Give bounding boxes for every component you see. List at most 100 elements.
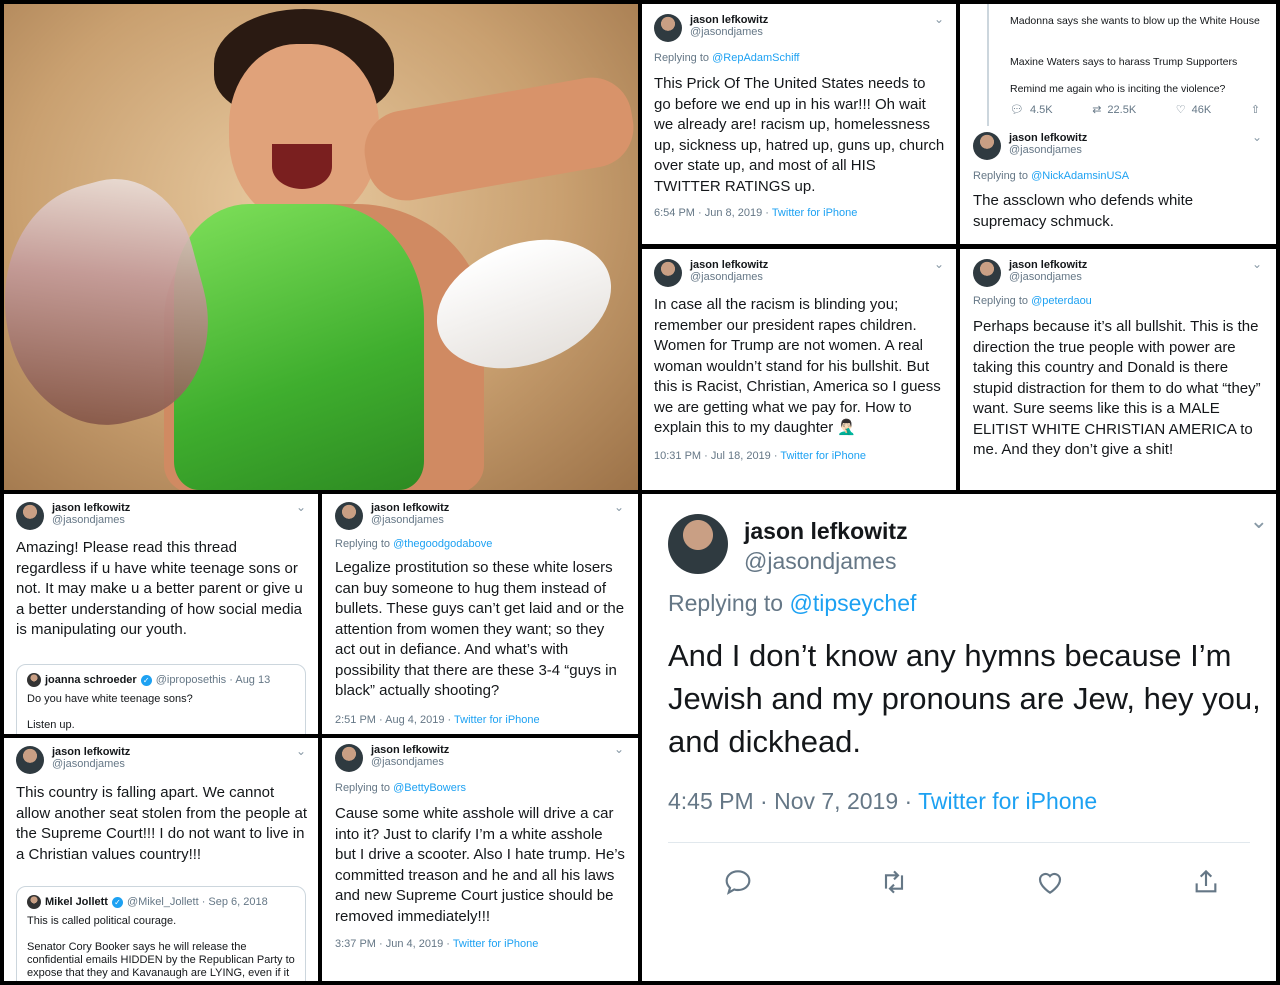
reply-action[interactable]: 💬︎ 4.5K xyxy=(1010,103,1053,117)
chevron-down-icon[interactable]: ⌄ xyxy=(934,12,944,26)
tweet-header: jason lefkowitz @jasondjames xyxy=(654,259,768,287)
tweet-text: Legalize prostitution so these white los… xyxy=(335,559,625,699)
tweet-card-6[interactable]: jason lefkowitz @jasondjames ⌄ Replying … xyxy=(322,494,638,734)
quoted-tweet-header: Mikel Jollett ✓ @Mikel_Jollett · Sep 6, … xyxy=(27,895,295,909)
avatar[interactable] xyxy=(973,259,1001,287)
replying-prefix: Replying to xyxy=(668,590,790,616)
avatar[interactable] xyxy=(668,514,728,574)
avatar[interactable] xyxy=(654,259,682,287)
tweet-time[interactable]: 4:45 PM · Nov 7, 2019 · xyxy=(668,788,918,814)
figure-face xyxy=(229,44,379,224)
user-handle[interactable]: @jasondjames xyxy=(1009,144,1087,156)
avatar xyxy=(27,673,41,687)
avatar[interactable] xyxy=(654,14,682,42)
user-name[interactable]: jason lefkowitz xyxy=(371,744,449,756)
tweet-header: jason lefkowitz @jasondjames xyxy=(654,14,768,42)
tweet-card-4[interactable]: jason lefkowitz @jasondjames ⌄ Replying … xyxy=(960,249,1276,490)
user-name[interactable]: jason lefkowitz xyxy=(690,259,768,271)
quoted-tweet[interactable]: joanna schroeder ✓ @iproposethis · Aug 1… xyxy=(16,664,306,734)
retweet-action[interactable]: ⇄ 22.5K xyxy=(1092,103,1136,117)
replying-to: Replying to @tipseychef xyxy=(668,590,916,617)
user-name[interactable]: jason lefkowitz xyxy=(52,502,130,514)
chevron-down-icon[interactable]: ⌄ xyxy=(614,500,624,514)
tweet-header: jason lefkowitz @jasondjames xyxy=(16,502,130,530)
tweet-time[interactable]: 6:54 PM · Jun 8, 2019 · xyxy=(654,207,772,219)
like-action[interactable]: ♡ 46K xyxy=(1176,103,1212,117)
tweet-card-3[interactable]: jason lefkowitz @jasondjames ⌄ In case a… xyxy=(642,249,956,490)
tweet-source[interactable]: Twitter for iPhone xyxy=(454,714,540,726)
mention-link[interactable]: @NickAdamsinUSA xyxy=(1031,170,1129,182)
tweet-card-9[interactable]: jason lefkowitz @jasondjames ⌄ Replying … xyxy=(642,494,1276,981)
avatar[interactable] xyxy=(335,744,363,772)
user-handle[interactable]: @jasondjames xyxy=(52,514,130,526)
chevron-down-icon[interactable]: ⌄ xyxy=(296,500,306,514)
tweet-meta: 3:37 PM · Jun 4, 2019 · Twitter for iPho… xyxy=(335,938,538,950)
share-icon[interactable] xyxy=(1190,866,1222,898)
mention-link[interactable]: @thegoodgodabove xyxy=(393,538,492,550)
user-name[interactable]: jason lefkowitz xyxy=(371,502,449,514)
retweet-icon[interactable] xyxy=(878,866,910,898)
tweet-source[interactable]: Twitter for iPhone xyxy=(780,450,866,462)
avatar[interactable] xyxy=(973,132,1001,160)
share-action[interactable]: ⇧ xyxy=(1251,103,1260,116)
user-name[interactable]: jason lefkowitz xyxy=(744,516,908,546)
chevron-down-icon[interactable]: ⌄ xyxy=(1250,508,1268,534)
avatar[interactable] xyxy=(16,746,44,774)
tweet-header: jason lefkowitz @jasondjames xyxy=(335,744,449,772)
divider xyxy=(668,842,1250,843)
quoted-tweet-header: joanna schroeder ✓ @iproposethis · Aug 1… xyxy=(27,673,295,687)
chevron-down-icon[interactable]: ⌄ xyxy=(1252,130,1262,144)
user-handle[interactable]: @jasondjames xyxy=(690,26,768,38)
tweet-actions xyxy=(722,866,1222,898)
tweet-time[interactable]: 3:37 PM · Jun 4, 2019 · xyxy=(335,938,453,950)
tweet-card-7[interactable]: jason lefkowitz @jasondjames ⌄ This coun… xyxy=(4,738,318,981)
heart-icon[interactable] xyxy=(1034,866,1066,898)
user-name[interactable]: jason lefkowitz xyxy=(1009,259,1087,271)
user-handle[interactable]: @jasondjames xyxy=(690,271,768,283)
user-handle[interactable]: @jasondjames xyxy=(744,546,908,576)
verified-badge-icon: ✓ xyxy=(111,896,123,908)
tweet-text: The assclown who defends white supremacy… xyxy=(973,192,1194,230)
tweet-card-1[interactable]: jason lefkowitz @jasondjames ⌄ Replying … xyxy=(642,4,956,244)
tweet-source[interactable]: Twitter for iPhone xyxy=(453,938,539,950)
mention-link[interactable]: @tipseychef xyxy=(789,590,916,616)
chevron-down-icon[interactable]: ⌄ xyxy=(296,744,306,758)
quoted-tweet[interactable]: Mikel Jollett ✓ @Mikel_Jollett · Sep 6, … xyxy=(16,886,306,981)
user-name[interactable]: jason lefkowitz xyxy=(52,746,130,758)
chevron-down-icon[interactable]: ⌄ xyxy=(1252,257,1262,271)
tweet-time[interactable]: 2:51 PM · Aug 4, 2019 · xyxy=(335,714,454,726)
tweet-source[interactable]: Twitter for iPhone xyxy=(918,788,1097,814)
tweet-time[interactable]: 10:31 PM · Jul 18, 2019 · xyxy=(654,450,780,462)
thread-line xyxy=(987,4,989,126)
tweet-text: Perhaps because it’s all bullshit. This … xyxy=(973,318,1261,458)
chevron-down-icon[interactable]: ⌄ xyxy=(934,257,944,271)
photo-panel xyxy=(4,4,638,490)
verified-badge-icon: ✓ xyxy=(140,674,152,686)
user-name[interactable]: jason lefkowitz xyxy=(1009,132,1087,144)
tweet-card-8[interactable]: jason lefkowitz @jasondjames ⌄ Replying … xyxy=(322,738,638,981)
mention-link[interactable]: @BettyBowers xyxy=(393,782,466,794)
tweet-header: jason lefkowitz @jasondjames xyxy=(335,502,449,530)
user-handle[interactable]: @jasondjames xyxy=(52,758,130,770)
user-handle[interactable]: @jasondjames xyxy=(371,756,449,768)
tweet-text: This Prick Of The United States needs to… xyxy=(654,75,945,195)
quoted-text-line-1: Do you have white teenage sons? xyxy=(27,693,193,705)
user-handle[interactable]: @jasondjames xyxy=(371,514,449,526)
chevron-down-icon[interactable]: ⌄ xyxy=(614,742,624,756)
avatar[interactable] xyxy=(335,502,363,530)
tweet-header: jason lefkowitz @jasondjames xyxy=(668,514,908,576)
tweet-source[interactable]: Twitter for iPhone xyxy=(772,207,858,219)
mention-link[interactable]: @RepAdamSchiff xyxy=(712,52,799,64)
tweet-card-5[interactable]: jason lefkowitz @jasondjames ⌄ Amazing! … xyxy=(4,494,318,734)
user-name[interactable]: jason lefkowitz xyxy=(690,14,768,26)
tweet-card-2[interactable]: Madonna says she wants to blow up the Wh… xyxy=(960,4,1276,244)
reply-icon[interactable] xyxy=(722,866,754,898)
like-count: 46K xyxy=(1191,103,1212,116)
mention-link[interactable]: @peterdaou xyxy=(1031,295,1092,307)
replying-prefix: Replying to xyxy=(973,170,1032,182)
user-handle[interactable]: @jasondjames xyxy=(1009,271,1087,283)
quoted-text-line-2: Senator Cory Booker says he will release… xyxy=(27,941,295,979)
tweet-header: jason lefkowitz @jasondjames xyxy=(16,746,130,774)
avatar xyxy=(27,895,41,909)
avatar[interactable] xyxy=(16,502,44,530)
